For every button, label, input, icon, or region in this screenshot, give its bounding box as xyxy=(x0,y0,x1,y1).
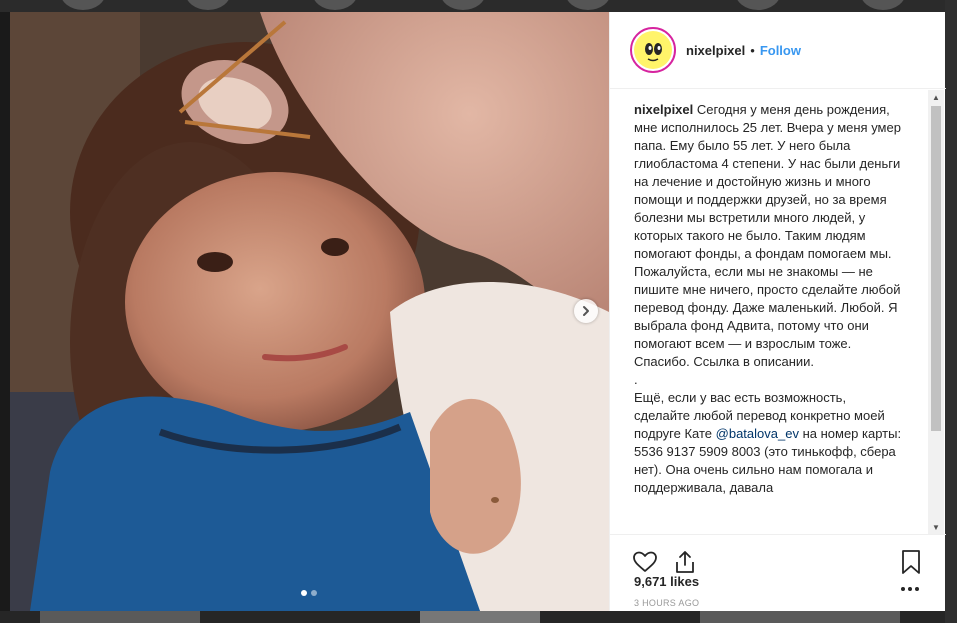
save-button[interactable] xyxy=(898,549,924,575)
follow-button[interactable]: Follow xyxy=(760,43,801,58)
scrollbar-thumb[interactable] xyxy=(931,106,941,431)
comments-area[interactable]: nixelpixel Сегодня у меня день рождения,… xyxy=(610,90,946,534)
caption-dot: . xyxy=(634,372,638,387)
header-separator: • xyxy=(750,42,755,58)
caption-text: на номер карты: xyxy=(802,426,902,441)
scroll-up-arrow-icon[interactable]: ▲ xyxy=(928,90,944,104)
share-button[interactable] xyxy=(672,549,698,575)
caption-card-line: 5536 9137 5909 8003 (это тинькофф, сбера… xyxy=(634,444,896,495)
backdrop-thumbnail xyxy=(60,0,106,10)
heart-icon xyxy=(633,551,657,572)
backdrop-bottom xyxy=(0,611,957,623)
carousel-dots xyxy=(301,590,317,596)
caption-text: Сегодня у меня день рождения, мне исполн… xyxy=(634,102,901,369)
post-actions: 9,671 likes 3 HOURS AGO xyxy=(610,534,946,611)
comments-scrollbar[interactable]: ▲ ▼ xyxy=(928,90,944,534)
backdrop-thumbnail xyxy=(860,0,906,10)
caption-username[interactable]: nixelpixel xyxy=(634,102,693,117)
backdrop-thumbnail xyxy=(185,0,231,10)
avatar-image xyxy=(634,31,672,69)
caption-paragraph: Ещё, если у вас есть возможность, сделай… xyxy=(634,389,902,443)
backdrop-thumbnail xyxy=(735,0,781,10)
backdrop-thumbnail xyxy=(565,0,611,10)
scroll-down-arrow-icon[interactable]: ▼ xyxy=(928,520,944,534)
backdrop-top xyxy=(0,0,957,12)
post-header: nixelpixel • Follow xyxy=(610,12,946,89)
caption: nixelpixel Сегодня у меня день рождения,… xyxy=(634,101,902,497)
more-options-icon[interactable] xyxy=(901,585,919,593)
post-side-panel: nixelpixel • Follow nixelpixel Сегодня у… xyxy=(609,12,946,611)
share-icon xyxy=(676,551,694,573)
avatar[interactable] xyxy=(630,27,676,73)
post-image xyxy=(10,12,609,611)
backdrop-thumbnail xyxy=(440,0,486,10)
carousel-dot-active xyxy=(301,590,307,596)
post-photo[interactable] xyxy=(10,12,609,611)
backdrop-right xyxy=(945,0,957,623)
next-slide-button[interactable] xyxy=(574,299,598,323)
bookmark-icon xyxy=(902,550,920,574)
avatar-face-icon xyxy=(645,43,662,62)
header-username[interactable]: nixelpixel xyxy=(686,43,745,58)
carousel-dot xyxy=(311,590,317,596)
post-modal: nixelpixel • Follow nixelpixel Сегодня у… xyxy=(10,12,946,611)
likes-count[interactable]: 9,671 likes xyxy=(634,574,699,589)
caption-paragraph: nixelpixel Сегодня у меня день рождения,… xyxy=(634,101,902,371)
mention-link[interactable]: @batalova_ev xyxy=(716,426,799,441)
backdrop-thumbnail xyxy=(312,0,358,10)
like-button[interactable] xyxy=(632,549,658,575)
chevron-right-icon xyxy=(583,306,589,316)
post-timestamp[interactable]: 3 HOURS AGO xyxy=(634,598,699,608)
